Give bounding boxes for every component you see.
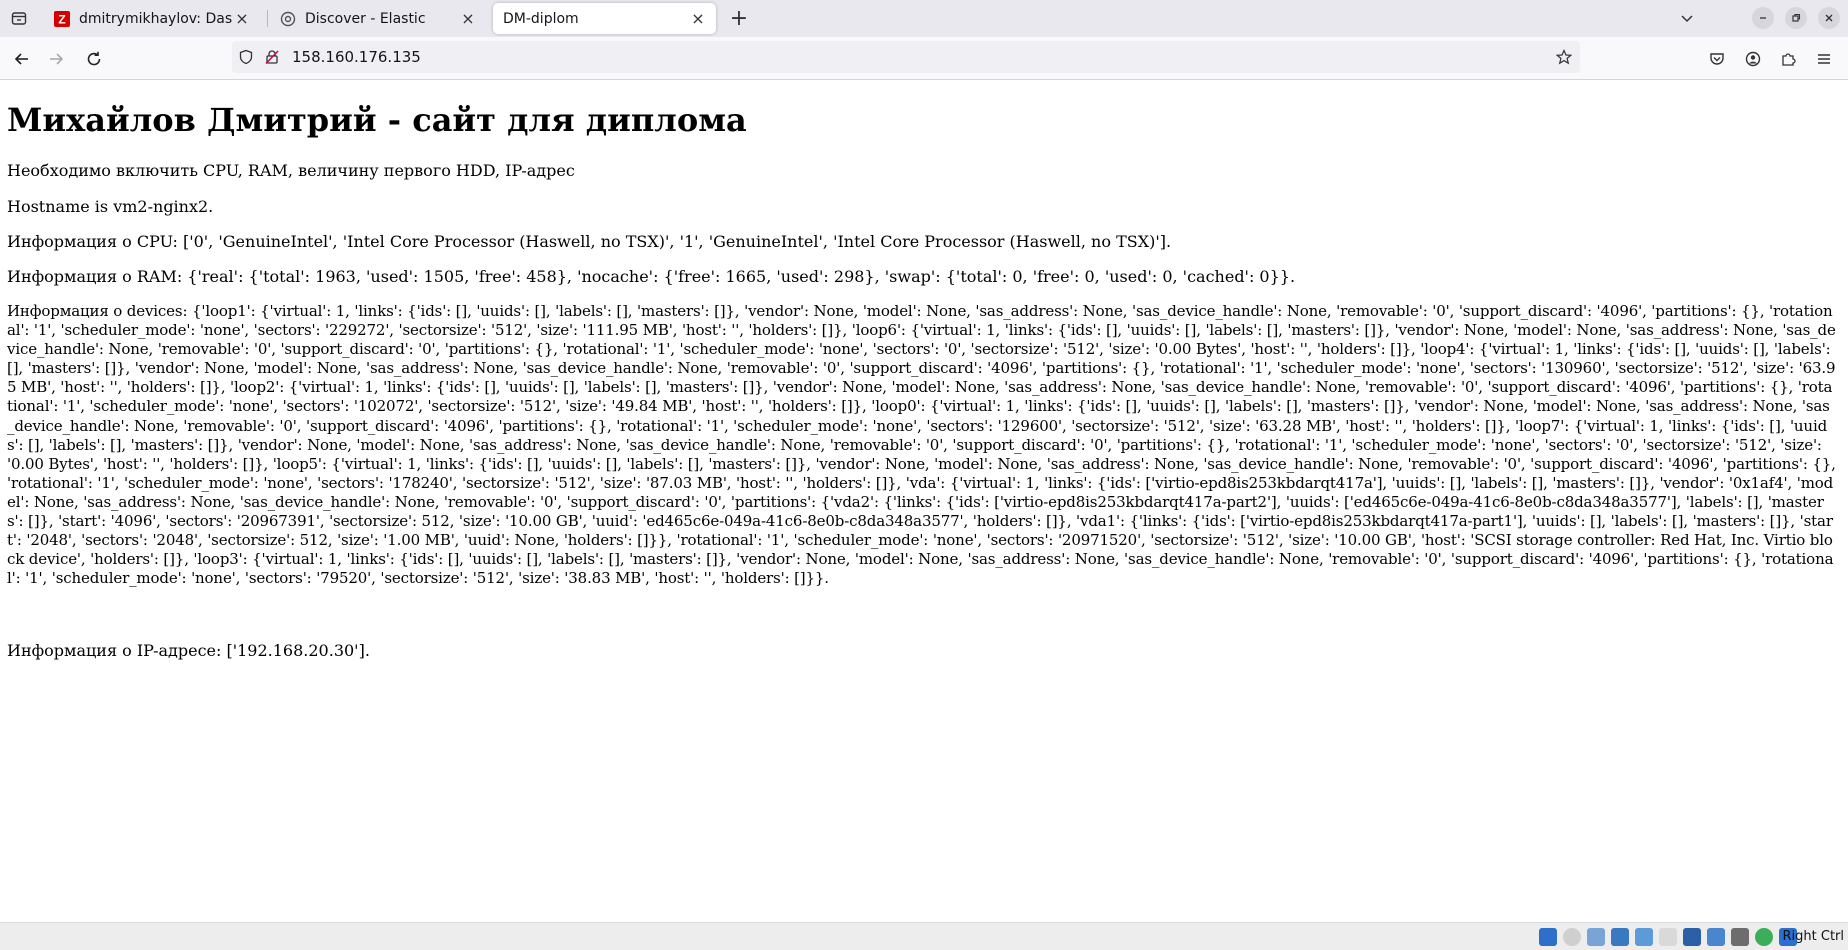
tab-bar: Z dmitrymikhaylov: Dashbo × Discover - E… [0,0,1848,37]
insecure-lock-icon[interactable] [264,49,280,65]
cpu-icon[interactable] [1731,928,1749,946]
close-tab-button[interactable]: × [458,9,478,29]
shared-folders-icon[interactable] [1659,928,1677,946]
new-tab-button[interactable]: + [726,5,752,31]
chevron-down-icon [1681,15,1693,23]
display-icon[interactable] [1683,928,1701,946]
address-bar[interactable]: 158.160.176.135 [232,41,1580,73]
pocket-icon [1710,53,1724,65]
minimize-icon [1760,17,1766,19]
tab-dm-diplom[interactable]: DM-diplom × [493,3,716,34]
network-icon[interactable] [1611,928,1629,946]
tab-separator [267,10,268,27]
account-button[interactable] [1739,45,1767,73]
hamburger-menu-icon [1818,54,1830,64]
ram-info: Информация о RAM: {'real': {'total': 196… [7,267,1296,286]
host-key-label: Right Ctrl [1782,929,1845,944]
back-button[interactable] [8,45,36,73]
restore-icon [1792,13,1801,22]
reload-icon [87,51,101,66]
tabs-menu-button[interactable] [1676,7,1698,29]
page-title: Михайлов Дмитрий - сайт для диплома [7,101,747,139]
app-menu-button[interactable] [1810,45,1838,73]
navigation-toolbar: 158.160.176.135 [0,37,1848,80]
intro-text: Необходимо включить CPU, RAM, величину п… [7,161,575,180]
tab-title: Discover - Elastic [305,10,426,27]
pocket-button[interactable] [1703,45,1731,73]
page-content: Михайлов Дмитрий - сайт для диплома Необ… [0,80,1848,922]
recording-icon[interactable] [1707,928,1725,946]
extensions-button[interactable] [1774,45,1802,73]
tab-elastic-discover[interactable]: Discover - Elastic × [272,3,486,34]
devices-info: Информация о devices: {'loop1': {'virtua… [7,302,1836,588]
shield-icon[interactable] [238,49,254,65]
tab-title: dmitrymikhaylov: Dashbo [79,10,232,27]
close-tab-button[interactable]: × [688,9,708,29]
back-arrow-icon [14,53,28,65]
search-icon[interactable] [1539,928,1557,946]
zabbix-z-icon: Z [54,10,70,27]
account-icon [1745,51,1761,67]
tab-list-icon [11,12,27,25]
maximize-button[interactable] [1785,7,1807,29]
globe-icon[interactable] [1755,928,1773,946]
vm-status-bar: Right Ctrl [0,922,1848,950]
tab-title: DM-diplom [503,10,579,27]
puzzle-icon [1782,53,1796,66]
hostname-text: Hostname is vm2-nginx2. [7,197,214,216]
close-icon [1825,14,1833,22]
forward-arrow-icon [50,53,64,65]
tab-zabbix-dashboard[interactable]: Z dmitrymikhaylov: Dashbo × [46,3,260,34]
usb-icon[interactable] [1635,928,1653,946]
ip-info: Информация о IP-адресе: ['192.168.20.30'… [7,641,370,660]
optical-drive-icon[interactable] [1563,928,1581,946]
bookmark-star-icon[interactable] [1556,49,1572,65]
forward-button[interactable] [42,45,70,73]
reload-button[interactable] [80,45,108,73]
audio-icon[interactable] [1587,928,1605,946]
close-tab-button[interactable]: × [232,9,252,29]
elastic-icon [280,11,296,27]
list-all-tabs-button[interactable] [6,5,32,31]
url-text[interactable]: 158.160.176.135 [292,48,421,66]
cpu-info: Информация о CPU: ['0', 'GenuineIntel', … [7,232,1172,251]
svg-text:Z: Z [58,12,65,26]
minimize-button[interactable] [1752,7,1774,29]
close-window-button[interactable] [1818,7,1840,29]
